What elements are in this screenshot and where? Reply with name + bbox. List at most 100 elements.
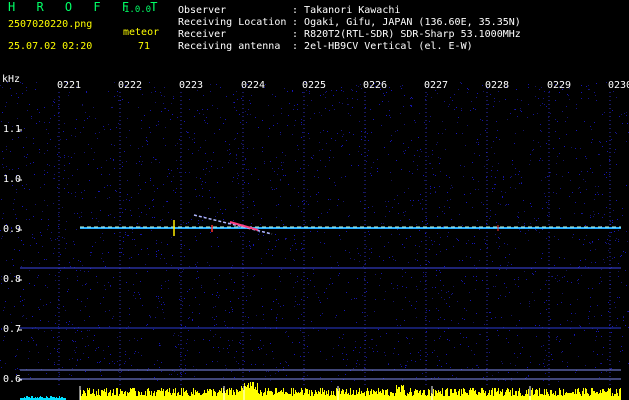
noise-pixel bbox=[439, 244, 440, 245]
noise-pixel bbox=[213, 152, 214, 153]
level-bar bbox=[484, 393, 485, 400]
noise-pixel bbox=[575, 372, 576, 373]
noise-pixel bbox=[353, 134, 354, 135]
level-bar bbox=[534, 394, 535, 400]
noise-pixel bbox=[240, 202, 241, 203]
noise-pixel bbox=[361, 88, 362, 89]
noise-pixel bbox=[515, 248, 516, 249]
noise-pixel bbox=[489, 218, 490, 219]
noise-pixel bbox=[439, 338, 440, 339]
noise-pixel bbox=[14, 249, 15, 250]
noise-pixel bbox=[608, 302, 609, 303]
noise-pixel bbox=[621, 255, 622, 256]
info-separator: : bbox=[292, 17, 305, 28]
level-bar bbox=[356, 390, 357, 400]
level-bar bbox=[516, 391, 517, 400]
noise-pixel bbox=[225, 141, 226, 142]
noise-pixel bbox=[616, 325, 617, 326]
noise-pixel bbox=[618, 271, 619, 272]
noise-pixel bbox=[247, 207, 248, 208]
noise-pixel bbox=[268, 371, 269, 372]
noise-pixel bbox=[439, 360, 440, 361]
noise-pixel bbox=[53, 203, 54, 204]
noise-pixel bbox=[318, 297, 319, 298]
noise-pixel bbox=[153, 329, 154, 330]
noise-pixel bbox=[39, 121, 40, 122]
noise-pixel bbox=[621, 114, 622, 115]
noise-pixel bbox=[64, 165, 65, 166]
noise-pixel bbox=[412, 173, 413, 174]
noise-pixel bbox=[244, 164, 245, 165]
noise-pixel bbox=[298, 318, 299, 319]
noise-pixel bbox=[435, 175, 436, 176]
noise-pixel bbox=[535, 96, 536, 97]
level-bar bbox=[439, 392, 440, 400]
noise-pixel bbox=[493, 286, 494, 287]
noise-pixel bbox=[210, 91, 211, 92]
noise-pixel bbox=[236, 154, 237, 155]
noise-pixel bbox=[535, 325, 536, 326]
noise-pixel bbox=[214, 319, 215, 320]
noise-pixel bbox=[367, 315, 368, 316]
noise-pixel bbox=[126, 137, 127, 138]
noise-pixel bbox=[390, 117, 391, 118]
noise-pixel bbox=[93, 340, 94, 341]
level-bar bbox=[611, 396, 612, 400]
level-bar bbox=[189, 396, 190, 400]
noise-pixel bbox=[278, 371, 279, 372]
level-bar bbox=[571, 393, 572, 400]
noise-pixel bbox=[246, 122, 247, 123]
noise-pixel bbox=[542, 103, 543, 104]
noise-pixel bbox=[351, 165, 352, 166]
noise-pixel bbox=[127, 235, 128, 236]
noise-pixel bbox=[204, 292, 205, 293]
noise-pixel bbox=[417, 260, 418, 261]
noise-pixel bbox=[268, 136, 269, 137]
noise-pixel bbox=[294, 239, 295, 240]
noise-pixel bbox=[304, 338, 305, 339]
level-bar bbox=[422, 393, 423, 400]
noise-pixel bbox=[125, 361, 126, 362]
noise-pixel bbox=[30, 163, 31, 164]
level-bar bbox=[376, 391, 377, 400]
noise-pixel bbox=[250, 114, 251, 115]
noise-pixel bbox=[436, 254, 437, 255]
noise-pixel bbox=[217, 108, 218, 109]
noise-pixel bbox=[305, 222, 306, 223]
noise-pixel bbox=[47, 143, 48, 144]
level-bar bbox=[159, 390, 160, 400]
noise-pixel bbox=[42, 211, 43, 212]
noise-pixel bbox=[271, 187, 272, 188]
noise-pixel bbox=[606, 177, 607, 178]
noise-pixel bbox=[290, 273, 291, 274]
noise-pixel bbox=[77, 299, 78, 300]
noise-pixel bbox=[19, 369, 20, 370]
level-bar bbox=[387, 389, 388, 400]
noise-pixel bbox=[198, 277, 199, 278]
noise-pixel bbox=[242, 263, 243, 264]
noise-pixel bbox=[339, 337, 340, 338]
noise-pixel bbox=[1, 238, 2, 239]
noise-pixel bbox=[184, 121, 185, 122]
noise-pixel bbox=[97, 282, 98, 283]
noise-pixel bbox=[496, 242, 497, 243]
noise-pixel bbox=[5, 363, 6, 364]
level-bar bbox=[384, 395, 385, 400]
noise-pixel bbox=[594, 199, 595, 200]
noise-pixel bbox=[246, 300, 247, 301]
noise-pixel bbox=[209, 265, 210, 266]
noise-pixel bbox=[626, 285, 627, 286]
noise-pixel bbox=[207, 109, 208, 110]
noise-pixel bbox=[33, 162, 34, 163]
noise-pixel bbox=[199, 304, 200, 305]
noise-pixel bbox=[569, 99, 570, 100]
noise-pixel bbox=[457, 239, 458, 240]
noise-pixel bbox=[281, 113, 282, 114]
noise-pixel bbox=[595, 262, 596, 263]
noise-pixel bbox=[4, 307, 5, 308]
noise-pixel bbox=[472, 207, 473, 208]
noise-pixel bbox=[244, 182, 245, 183]
noise-pixel bbox=[614, 152, 615, 153]
level-bar bbox=[91, 394, 92, 400]
x-tick-label: 0222 bbox=[118, 80, 143, 91]
